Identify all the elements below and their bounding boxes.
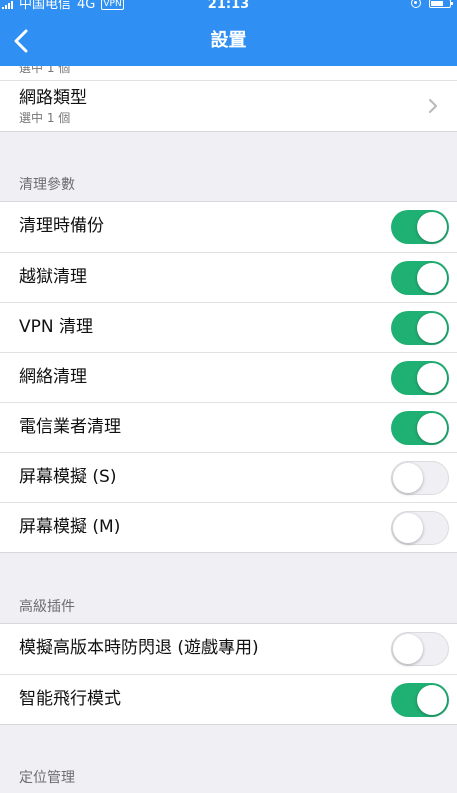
toggle-switch[interactable] [391, 411, 449, 445]
battery-icon [429, 0, 453, 8]
toggle-switch[interactable] [391, 210, 449, 244]
settings-row-label: 屏幕模擬 (M) [19, 517, 121, 537]
toggle-switch[interactable] [391, 461, 449, 495]
page-title: 設置 [210, 30, 247, 51]
network-type-label: 網路類型 [19, 88, 87, 108]
toggle-knob [417, 363, 447, 393]
toggle-switch[interactable] [391, 311, 449, 345]
settings-row-label: 智能飛行模式 [19, 689, 121, 709]
nav-header: 中国电信 4G VPN 21:13 設置 [0, 0, 457, 66]
toggle-knob [417, 685, 447, 715]
toggle-switch[interactable] [391, 632, 449, 666]
rotation-lock-icon [411, 0, 421, 8]
section-title-plugins: 高級插件 [19, 599, 75, 615]
settings-row-label: VPN 清理 [19, 317, 94, 337]
clipped-row: 選中 1 個 [0, 66, 457, 80]
network-type-row[interactable]: 網路類型 選中 1 個 [0, 81, 457, 131]
settings-row: 智能飛行模式 [0, 674, 457, 724]
network-type-sublabel: 選中 1 個 [19, 111, 71, 125]
chevron-right-icon [429, 99, 437, 113]
toggle-knob [393, 463, 423, 493]
settings-row: 電信業者清理 [0, 402, 457, 452]
settings-row: 屏幕模擬 (S) [0, 452, 457, 502]
clock: 21:13 [207, 0, 250, 12]
settings-row: 屏幕模擬 (M) [0, 502, 457, 552]
toggle-switch[interactable] [391, 361, 449, 395]
status-bar: 中国电信 4G VPN 21:13 [0, 0, 457, 18]
toggle-knob [417, 212, 447, 242]
toggle-switch[interactable] [391, 683, 449, 717]
settings-row-label: 屏幕模擬 (S) [19, 467, 117, 487]
toggle-knob [393, 513, 423, 543]
network-type-group: 網路類型 選中 1 個 [0, 80, 457, 132]
settings-row-label: 清理時備份 [19, 216, 104, 236]
section-title-location: 定位管理 [19, 770, 75, 786]
settings-row: 網絡清理 [0, 352, 457, 402]
clean-settings-group: 清理時備份越獄清理 VPN 清理 網絡清理電信業者清理 屏幕模擬 (S) 屏幕模擬 (M… [0, 201, 457, 553]
section-title-clean: 清理參數 [19, 177, 75, 193]
plugin-settings-group: 模擬高版本時防閃退 (遊戲專用) 智能飛行模式 [0, 623, 457, 725]
toggle-switch[interactable] [391, 261, 449, 295]
settings-row: 清理時備份 [0, 202, 457, 252]
settings-row-label: 模擬高版本時防閃退 (遊戲專用) [19, 638, 259, 658]
toggle-knob [417, 263, 447, 293]
settings-row: VPN 清理 [0, 302, 457, 352]
settings-row: 越獄清理 [0, 252, 457, 302]
settings-row: 模擬高版本時防閃退 (遊戲專用) [0, 624, 457, 674]
clipped-sublabel: 選中 1 個 [19, 66, 71, 75]
settings-row-label: 電信業者清理 [19, 417, 121, 437]
settings-row-label: 網絡清理 [19, 367, 87, 387]
settings-row-label: 越獄清理 [19, 267, 87, 287]
toggle-knob [393, 634, 423, 664]
toggle-knob [417, 413, 447, 443]
toggle-switch[interactable] [391, 511, 449, 545]
toggle-knob [417, 313, 447, 343]
